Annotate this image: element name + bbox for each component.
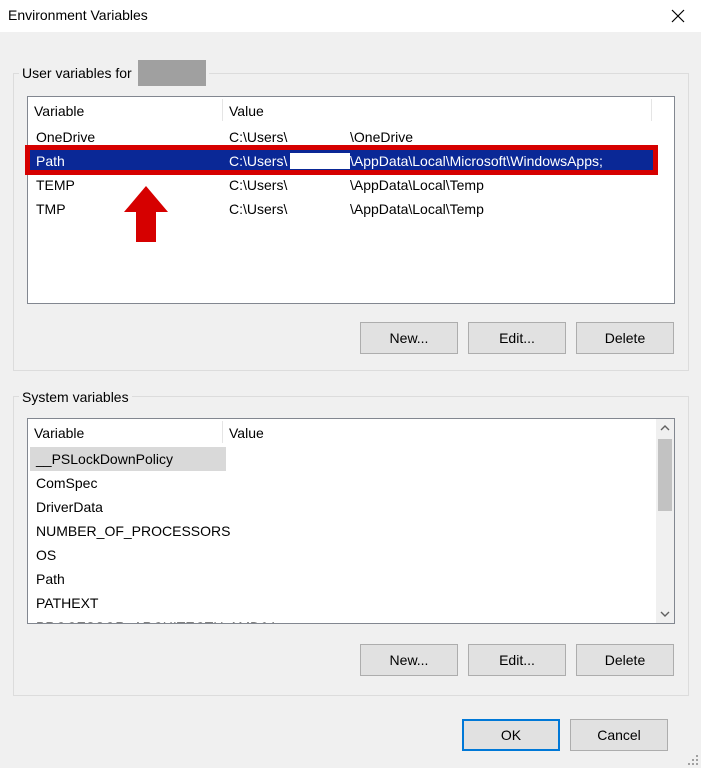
system-edit-button[interactable]: Edit... — [468, 644, 566, 676]
variable-value-prefix: C:\Users\ — [229, 129, 288, 145]
table-row[interactable]: ComSpec — [30, 471, 654, 495]
table-row[interactable]: Path — [30, 567, 654, 591]
variable-value: AMD64 — [225, 615, 276, 623]
variable-name: PROCESSOR_ARCHITECTU — [32, 615, 223, 623]
system-variables-list[interactable]: Variable Value __PSLockDownPolicy ComSpe… — [27, 418, 675, 624]
scroll-down-button[interactable] — [656, 605, 674, 623]
column-header-value[interactable]: Value — [223, 97, 651, 123]
scroll-up-button[interactable] — [656, 419, 674, 437]
arrow-up-icon — [124, 186, 168, 242]
table-row[interactable]: PATHEXT — [30, 591, 654, 615]
variable-value-prefix: C:\Users\ — [229, 153, 288, 169]
variable-name: PATHEXT — [36, 595, 99, 611]
table-row[interactable]: PROCESSOR_ARCHITECTU AMD64 — [30, 615, 654, 623]
ok-button[interactable]: OK — [462, 719, 560, 751]
variable-value-suffix: \AppData\Local\Microsoft\WindowsApps; — [350, 153, 603, 169]
variable-name: TMP — [36, 201, 66, 217]
table-row[interactable]: NUMBER_OF_PROCESSORS — [30, 519, 654, 543]
system-variables-label: System variables — [19, 387, 132, 407]
redacted-username — [290, 153, 350, 169]
chevron-down-icon — [660, 611, 670, 617]
variable-name: DriverData — [36, 499, 103, 515]
column-header-variable[interactable]: Variable — [28, 97, 222, 123]
cancel-button[interactable]: Cancel — [570, 719, 668, 751]
table-row-focused[interactable]: __PSLockDownPolicy — [30, 447, 226, 471]
variable-name: Path — [36, 153, 65, 169]
table-row-selected[interactable]: Path C:\Users\ \AppData\Local\Microsoft\… — [30, 149, 654, 173]
variable-value-suffix: \AppData\Local\Temp — [350, 177, 484, 193]
chevron-up-icon — [660, 425, 670, 431]
variable-value-suffix: \OneDrive — [350, 129, 414, 145]
table-row[interactable]: DriverData — [30, 495, 654, 519]
column-header-value[interactable]: Value — [223, 419, 651, 445]
variable-name: OS — [36, 547, 57, 563]
close-icon — [671, 9, 685, 23]
column-header-variable[interactable]: Variable — [28, 419, 222, 445]
system-new-button[interactable]: New... — [360, 644, 458, 676]
column-separator[interactable] — [651, 99, 652, 121]
user-variables-label: User variables for — [19, 60, 209, 86]
user-edit-button[interactable]: Edit... — [468, 322, 566, 354]
variable-name: OneDrive — [36, 129, 96, 145]
list-header: Variable Value — [28, 419, 674, 445]
variable-name: __PSLockDownPolicy — [36, 451, 173, 467]
list-header: Variable Value — [28, 97, 674, 123]
close-button[interactable] — [655, 0, 701, 32]
variable-value-suffix: \AppData\Local\Temp — [350, 201, 484, 217]
window-title: Environment Variables — [8, 7, 148, 23]
resize-grip-icon[interactable] — [687, 754, 699, 766]
variable-name: Path — [36, 571, 65, 587]
user-new-button[interactable]: New... — [360, 322, 458, 354]
user-delete-button[interactable]: Delete — [576, 322, 674, 354]
title-bar: Environment Variables — [0, 0, 701, 32]
variable-value-prefix: C:\Users\ — [229, 201, 288, 217]
table-row[interactable]: OneDrive C:\Users\ \OneDrive — [30, 125, 654, 149]
variable-name: ComSpec — [36, 475, 98, 491]
vertical-scrollbar[interactable] — [656, 419, 674, 623]
scroll-thumb[interactable] — [658, 439, 672, 511]
variable-name: TEMP — [36, 177, 75, 193]
variable-name: NUMBER_OF_PROCESSORS — [36, 523, 231, 539]
variable-value-prefix: C:\Users\ — [229, 177, 288, 193]
table-row[interactable]: OS — [30, 543, 654, 567]
system-delete-button[interactable]: Delete — [576, 644, 674, 676]
redacted-username — [137, 60, 206, 86]
